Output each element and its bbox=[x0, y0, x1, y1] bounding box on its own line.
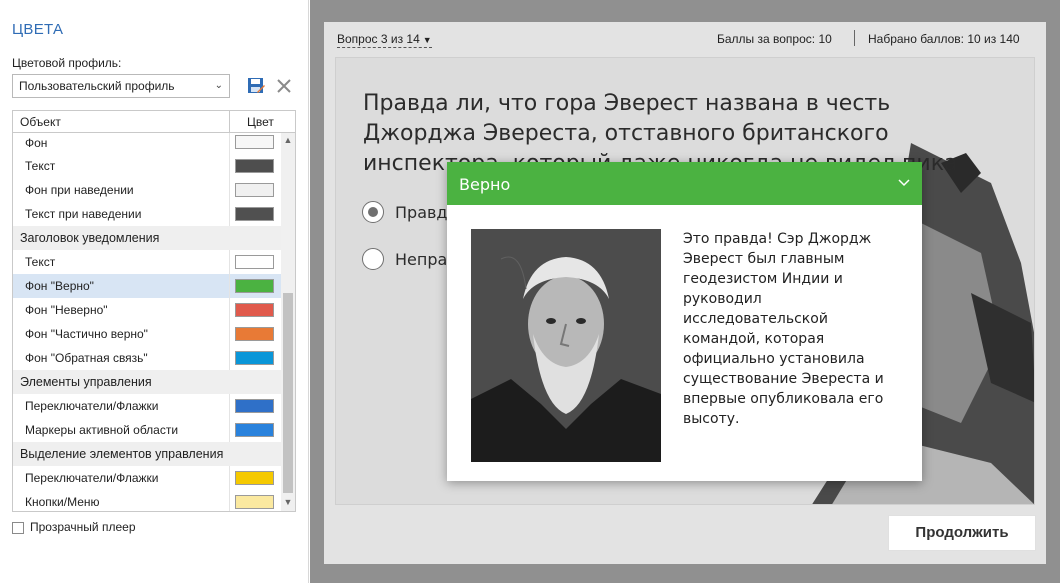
scroll-down-arrow-icon[interactable]: ▼ bbox=[281, 497, 295, 509]
color-row-label: Фон bbox=[25, 136, 48, 150]
color-row[interactable]: Фон "Неверно" bbox=[13, 298, 281, 322]
caret-down-icon: ▼ bbox=[422, 35, 432, 45]
delete-profile-button[interactable] bbox=[274, 76, 294, 96]
scroll-up-arrow-icon[interactable]: ▲ bbox=[281, 135, 295, 147]
color-row[interactable]: Маркеры активной области bbox=[13, 418, 281, 442]
profile-dropdown-value: Пользовательский профиль bbox=[19, 79, 175, 93]
option-radio-true[interactable] bbox=[362, 201, 384, 223]
points-total: Набрано баллов: 10 из 140 bbox=[868, 32, 1020, 46]
question-navigation-dropdown[interactable]: Вопрос 3 из 14 ▼ bbox=[337, 32, 432, 48]
color-group-label: Выделение элементов управления bbox=[20, 447, 224, 461]
color-swatch[interactable] bbox=[235, 423, 274, 437]
color-swatch[interactable] bbox=[235, 255, 274, 269]
color-swatch[interactable] bbox=[235, 471, 274, 485]
color-row[interactable]: Фон "Частично верно" bbox=[13, 322, 281, 346]
color-swatch[interactable] bbox=[235, 207, 274, 221]
color-row-label: Фон "Неверно" bbox=[25, 303, 108, 317]
popup-header: Верно bbox=[447, 162, 922, 205]
color-row-label: Переключатели/Флажки bbox=[25, 399, 159, 413]
color-row-label: Кнопки/Меню bbox=[25, 495, 100, 509]
feedback-popup: Верно Это правда! Сэр Джордж Эверест был… bbox=[447, 162, 922, 481]
colors-table: Объект Цвет Фон Текст Фон при наведении Тек… bbox=[12, 110, 296, 512]
player-topbar: Вопрос 3 из 14 ▼ Баллы за вопрос: 10 Набр… bbox=[324, 22, 1046, 56]
color-swatch[interactable] bbox=[235, 495, 274, 509]
popup-title: Верно bbox=[459, 175, 511, 194]
chevron-down-icon: ⌄ bbox=[214, 80, 223, 91]
colors-panel: ЦВЕТА Цветовой профиль: Пользовательский… bbox=[0, 0, 309, 583]
color-row-label: Текст bbox=[25, 255, 56, 269]
column-object-header: Объект bbox=[20, 115, 61, 129]
table-header: Объект Цвет bbox=[13, 111, 295, 133]
color-row-label: Фон "Верно" bbox=[25, 279, 94, 293]
scroll-thumb[interactable] bbox=[283, 293, 293, 493]
colors-list: Фон Текст Фон при наведении Текст при навед… bbox=[13, 133, 281, 511]
profile-dropdown[interactable]: Пользовательский профиль ⌄ bbox=[12, 74, 230, 98]
color-row[interactable]: Фон "Обратная связь" bbox=[13, 346, 281, 370]
color-swatch[interactable] bbox=[235, 159, 274, 173]
color-row[interactable]: Текст bbox=[13, 154, 281, 178]
option-radio-false[interactable] bbox=[362, 248, 384, 270]
points-per-question: Баллы за вопрос: 10 bbox=[717, 32, 832, 46]
color-swatch[interactable] bbox=[235, 327, 274, 341]
color-group-label: Элементы управления bbox=[20, 375, 152, 389]
color-row-label: Фон "Обратная связь" bbox=[25, 351, 148, 365]
save-profile-button[interactable] bbox=[246, 76, 266, 96]
color-swatch[interactable] bbox=[235, 279, 274, 293]
portrait-image bbox=[471, 229, 661, 462]
color-swatch[interactable] bbox=[235, 183, 274, 197]
color-row[interactable]: Переключатели/Флажки bbox=[13, 466, 281, 490]
color-group-header: Элементы управления bbox=[13, 370, 281, 394]
color-row[interactable]: Текст при наведении bbox=[13, 202, 281, 226]
color-group-header: Выделение элементов управления bbox=[13, 442, 281, 466]
color-row-label: Фон при наведении bbox=[25, 183, 134, 197]
color-swatch[interactable] bbox=[235, 135, 274, 149]
color-row[interactable]: Фон bbox=[13, 133, 281, 154]
color-row-label: Текст при наведении bbox=[25, 207, 142, 221]
color-row[interactable]: Фон "Верно" bbox=[13, 274, 281, 298]
color-group-header: Заголовок уведомления bbox=[13, 226, 281, 250]
color-group-label: Заголовок уведомления bbox=[20, 231, 160, 245]
color-row[interactable]: Кнопки/Меню bbox=[13, 490, 281, 511]
profile-label: Цветовой профиль: bbox=[12, 56, 122, 70]
color-row[interactable]: Текст bbox=[13, 250, 281, 274]
transparent-player-checkbox[interactable] bbox=[12, 522, 24, 534]
color-swatch[interactable] bbox=[235, 303, 274, 317]
transparent-player-label: Прозрачный плеер bbox=[30, 520, 136, 534]
color-swatch[interactable] bbox=[235, 351, 274, 365]
question-nav-label: Вопрос 3 из 14 bbox=[337, 32, 420, 46]
popup-feedback-text: Это правда! Сэр Джордж Эверест был главн… bbox=[683, 231, 884, 427]
save-icon bbox=[248, 78, 265, 93]
color-row-label: Текст bbox=[25, 159, 56, 173]
continue-button[interactable]: Продолжить bbox=[888, 515, 1036, 551]
column-color-header: Цвет bbox=[247, 115, 274, 129]
color-row-label: Фон "Частично верно" bbox=[25, 327, 148, 341]
color-row-label: Маркеры активной области bbox=[25, 423, 179, 437]
color-row[interactable]: Фон при наведении bbox=[13, 178, 281, 202]
panel-title: ЦВЕТА bbox=[12, 21, 64, 38]
close-icon bbox=[277, 79, 291, 93]
color-swatch[interactable] bbox=[235, 399, 274, 413]
color-row[interactable]: Переключатели/Флажки bbox=[13, 394, 281, 418]
color-row-label: Переключатели/Флажки bbox=[25, 471, 159, 485]
table-scrollbar[interactable]: ▲ ▼ bbox=[281, 133, 295, 511]
chevron-down-icon[interactable] bbox=[896, 174, 912, 190]
